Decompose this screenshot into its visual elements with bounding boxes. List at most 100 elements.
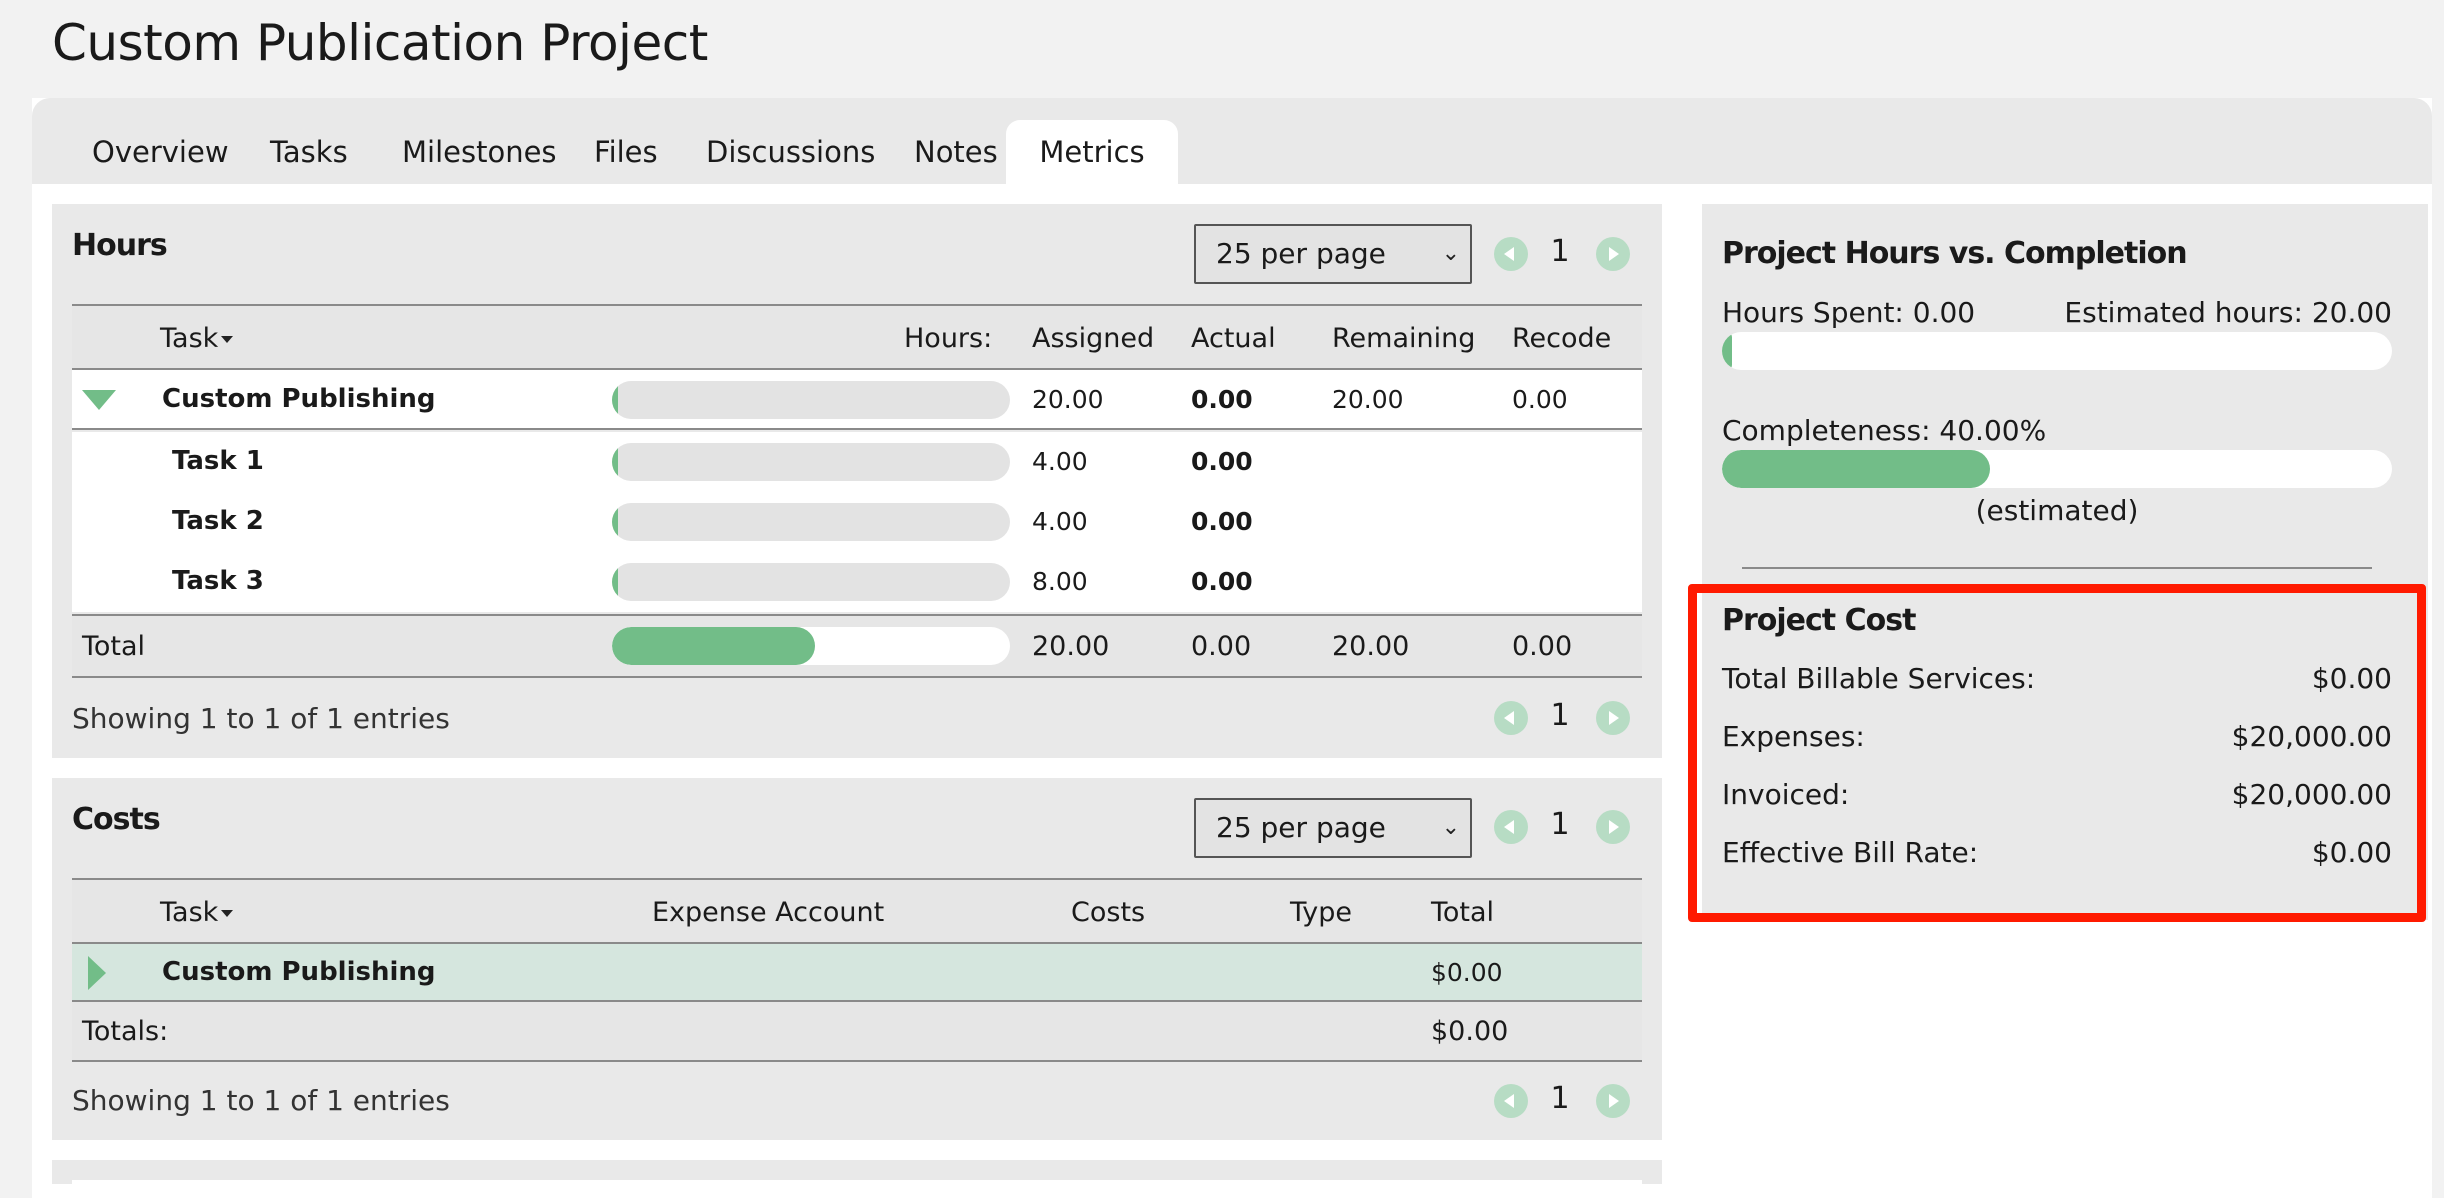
hours-total-remaining: 20.00 — [1332, 631, 1410, 662]
hours-header-row: Task Hours: Assigned Actual Remaining Re… — [72, 304, 1642, 370]
hours-total-actual: 0.00 — [1191, 631, 1252, 662]
hours-task-progress-bar — [612, 443, 1010, 481]
chevron-down-icon: ⌄ — [1441, 815, 1460, 840]
costs-next-page-icon[interactable] — [1596, 810, 1630, 844]
hours-spent-label: Hours Spent: 0.00 — [1722, 296, 1976, 329]
project-cost-highlight — [1688, 584, 2426, 922]
hours-task-name: Task 2 — [172, 506, 264, 536]
costs-col-type[interactable]: Type — [1290, 897, 1352, 928]
costs-footer-page-number: 1 — [1550, 1081, 1570, 1116]
sort-down-icon — [221, 910, 234, 917]
hours-col-recode[interactable]: Recode — [1512, 323, 1611, 354]
hours-group-name: Custom Publishing — [162, 384, 436, 414]
hours-group-progress-fill — [612, 381, 618, 419]
hours-col-task-label: Task — [160, 323, 219, 354]
hours-task-progress-fill — [612, 443, 618, 481]
hours-total-row: Total 20.00 0.00 20.00 0.00 — [72, 614, 1642, 678]
costs-totals-value: $0.00 — [1431, 1016, 1509, 1047]
hours-task-name: Task 1 — [172, 446, 264, 476]
costs-per-page-select[interactable]: 25 per page ⌄ — [1194, 798, 1472, 858]
hours-spent-fill — [1722, 332, 1732, 370]
tab-discussions[interactable]: Discussions — [682, 120, 899, 184]
costs-col-task[interactable]: Task — [160, 897, 234, 928]
tab-tasks[interactable]: Tasks — [246, 120, 372, 184]
hours-col-remaining[interactable]: Remaining — [1332, 323, 1475, 354]
costs-col-task-label: Task — [160, 897, 219, 928]
sidebar-divider — [1742, 567, 2372, 569]
costs-totals-label: Totals: — [82, 1016, 169, 1047]
costs-footer-next-icon[interactable] — [1596, 1084, 1630, 1118]
hours-total-progress-bar — [612, 627, 1010, 665]
hours-col-actual[interactable]: Actual — [1191, 323, 1276, 354]
costs-group-row[interactable]: Custom Publishing $0.00 — [72, 944, 1642, 1002]
costs-totals-row: Totals: $0.00 — [72, 1002, 1642, 1062]
hours-group-assigned: 20.00 — [1032, 385, 1104, 414]
costs-prev-page-icon[interactable] — [1494, 810, 1528, 844]
costs-page-number: 1 — [1550, 807, 1570, 842]
hours-task-actual: 0.00 — [1191, 567, 1253, 596]
hours-entries-info: Showing 1 to 1 of 1 entries — [72, 702, 450, 735]
costs-group-total: $0.00 — [1431, 958, 1503, 987]
estimated-note: (estimated) — [1975, 494, 2139, 527]
hours-total-label: Total — [82, 631, 146, 662]
hours-task-progress-bar — [612, 563, 1010, 601]
hours-footer-prev-icon[interactable] — [1494, 701, 1528, 735]
next-panel-inner — [72, 1180, 1642, 1184]
hours-per-page-value: 25 per page — [1216, 237, 1386, 270]
hours-page-number: 1 — [1550, 234, 1570, 269]
hours-task-row-2[interactable]: Task 2 4.00 0.00 — [72, 492, 1642, 552]
hours-group-recode: 0.00 — [1512, 385, 1568, 414]
costs-entries-info: Showing 1 to 1 of 1 entries — [72, 1084, 450, 1117]
hours-total-progress-fill — [612, 627, 815, 665]
estimated-hours-label: Estimated hours: 20.00 — [2064, 296, 2392, 329]
collapse-triangle-icon[interactable] — [82, 390, 116, 410]
costs-title: Costs — [72, 802, 161, 837]
hours-col-task[interactable]: Task — [160, 323, 234, 354]
chevron-down-icon: ⌄ — [1441, 241, 1460, 266]
costs-col-expense-account[interactable]: Expense Account — [652, 897, 884, 928]
expand-triangle-icon[interactable] — [88, 956, 106, 990]
hours-task-row-3[interactable]: Task 3 8.00 0.00 — [72, 552, 1642, 612]
hours-per-page-select[interactable]: 25 per page ⌄ — [1194, 224, 1472, 284]
completeness-fill — [1722, 450, 1990, 488]
hours-col-assigned[interactable]: Assigned — [1032, 323, 1154, 354]
costs-header-row: Task Expense Account Costs Type Total — [72, 878, 1642, 944]
costs-per-page-value: 25 per page — [1216, 811, 1386, 844]
hours-task-progress-fill — [612, 503, 618, 541]
hours-prev-page-icon[interactable] — [1494, 237, 1528, 271]
completeness-bar — [1722, 450, 2392, 488]
tab-overview[interactable]: Overview — [68, 120, 253, 184]
hours-footer-next-icon[interactable] — [1596, 701, 1630, 735]
tab-notes[interactable]: Notes — [890, 120, 1022, 184]
hours-task-name: Task 3 — [172, 566, 264, 596]
hours-table: Task Hours: Assigned Actual Remaining Re… — [72, 304, 1642, 678]
hours-group-progress-bar — [612, 381, 1010, 419]
hours-total-recode: 0.00 — [1512, 631, 1573, 662]
hours-task-progress-bar — [612, 503, 1010, 541]
hours-next-page-icon[interactable] — [1596, 237, 1630, 271]
tab-milestones[interactable]: Milestones — [378, 120, 581, 184]
hours-task-row-1[interactable]: Task 1 4.00 0.00 — [72, 432, 1642, 492]
hours-col-hours: Hours: — [904, 323, 993, 354]
tab-metrics[interactable]: Metrics — [1006, 120, 1178, 184]
hours-footer-page-number: 1 — [1550, 698, 1570, 733]
hours-task-assigned: 4.00 — [1032, 507, 1088, 536]
hours-spent-bar — [1722, 332, 2392, 370]
tab-files[interactable]: Files — [570, 120, 682, 184]
hours-vs-completion-title: Project Hours vs. Completion — [1722, 236, 2188, 271]
hours-task-actual: 0.00 — [1191, 507, 1253, 536]
hours-title: Hours — [72, 228, 168, 263]
page-title: Custom Publication Project — [52, 14, 708, 72]
costs-col-costs[interactable]: Costs — [1071, 897, 1145, 928]
hours-task-assigned: 4.00 — [1032, 447, 1088, 476]
costs-col-total[interactable]: Total — [1431, 897, 1494, 928]
hours-group-row[interactable]: Custom Publishing 20.00 0.00 20.00 0.00 — [72, 370, 1642, 430]
hours-total-assigned: 20.00 — [1032, 631, 1110, 662]
hours-group-actual: 0.00 — [1191, 385, 1253, 414]
hours-task-progress-fill — [612, 563, 618, 601]
costs-table: Task Expense Account Costs Type Total Cu… — [72, 878, 1642, 1062]
hours-group-remaining: 20.00 — [1332, 385, 1404, 414]
costs-group-name: Custom Publishing — [162, 957, 436, 987]
costs-footer-prev-icon[interactable] — [1494, 1084, 1528, 1118]
tab-bar: Overview Tasks Milestones Files Discussi… — [32, 98, 2432, 184]
